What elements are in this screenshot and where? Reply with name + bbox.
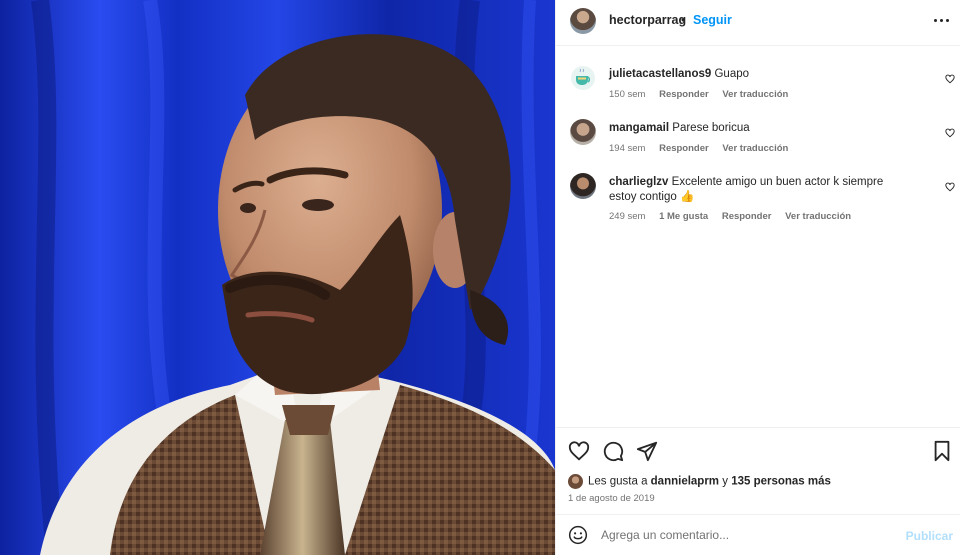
comment-username[interactable]: mangamail — [609, 122, 669, 134]
owner-avatar[interactable] — [570, 8, 596, 34]
paper-plane-icon[interactable] — [636, 440, 658, 462]
comment-username[interactable]: charlieglzv — [609, 176, 668, 188]
teacup-avatar-icon[interactable] — [570, 65, 596, 91]
comments-list[interactable]: julietacastellanos9 Guapo 150 sem Respon… — [556, 47, 960, 427]
comment-like-heart-icon[interactable] — [945, 128, 955, 138]
emoji-icon[interactable] — [568, 525, 588, 545]
more-options-icon[interactable] — [933, 10, 951, 30]
likes-connector: y — [719, 475, 732, 488]
person-avatar-icon[interactable] — [570, 119, 596, 145]
owner-username[interactable]: hectorparrag — [609, 13, 686, 27]
post-side-panel: hectorparrag • Seguir julietacastellanos… — [555, 0, 960, 555]
see-translation-button[interactable]: Ver traducción — [785, 211, 851, 222]
add-comment-bar: Publicar — [556, 514, 960, 555]
comment-meta: 194 sem Responder Ver traducción — [609, 143, 799, 154]
liker-avatar — [568, 474, 583, 489]
comment-username[interactable]: julietacastellanos9 — [609, 68, 711, 80]
post-header: hectorparrag • Seguir — [556, 0, 960, 46]
liker-username[interactable]: dannielaprm — [651, 476, 719, 488]
comment-input[interactable] — [601, 524, 901, 546]
comment-like-heart-icon[interactable] — [945, 182, 955, 192]
comment-likes-count[interactable]: 1 Me gusta — [659, 211, 708, 222]
see-translation-button[interactable]: Ver traducción — [722, 89, 788, 100]
publish-button[interactable]: Publicar — [906, 529, 953, 543]
post-media[interactable] — [0, 0, 555, 555]
post-date[interactable]: 1 de agosto de 2019 — [568, 493, 655, 504]
reply-button[interactable]: Responder — [659, 89, 709, 100]
likes-prefix: Les gusta a — [588, 475, 651, 488]
follow-button[interactable]: Seguir — [693, 13, 732, 27]
thumbs-up-emoji: 👍 — [679, 191, 695, 203]
comment-bubble-icon[interactable] — [602, 440, 624, 462]
reply-button[interactable]: Responder — [659, 143, 709, 154]
comment-age[interactable]: 249 sem — [609, 211, 645, 222]
likes-others[interactable]: 135 personas más — [731, 476, 831, 488]
person-avatar-icon[interactable] — [570, 173, 596, 199]
post-photo — [0, 0, 555, 555]
comment-like-heart-icon[interactable] — [945, 74, 955, 84]
comment-meta: 249 sem 1 Me gusta Responder Ver traducc… — [609, 211, 862, 222]
comment-age[interactable]: 150 sem — [609, 89, 645, 100]
likes-summary[interactable]: Les gusta a dannielaprm y 135 personas m… — [568, 474, 831, 492]
heart-icon[interactable] — [568, 440, 590, 462]
comment-meta: 150 sem Responder Ver traducción — [609, 89, 799, 100]
header-separator: • — [681, 13, 686, 27]
bookmark-icon[interactable] — [931, 440, 953, 462]
comment-age[interactable]: 194 sem — [609, 143, 645, 154]
see-translation-button[interactable]: Ver traducción — [722, 143, 788, 154]
comment-text: Guapo — [714, 68, 750, 80]
comment-text: Parese boricua — [672, 122, 750, 134]
reply-button[interactable]: Responder — [722, 211, 772, 222]
